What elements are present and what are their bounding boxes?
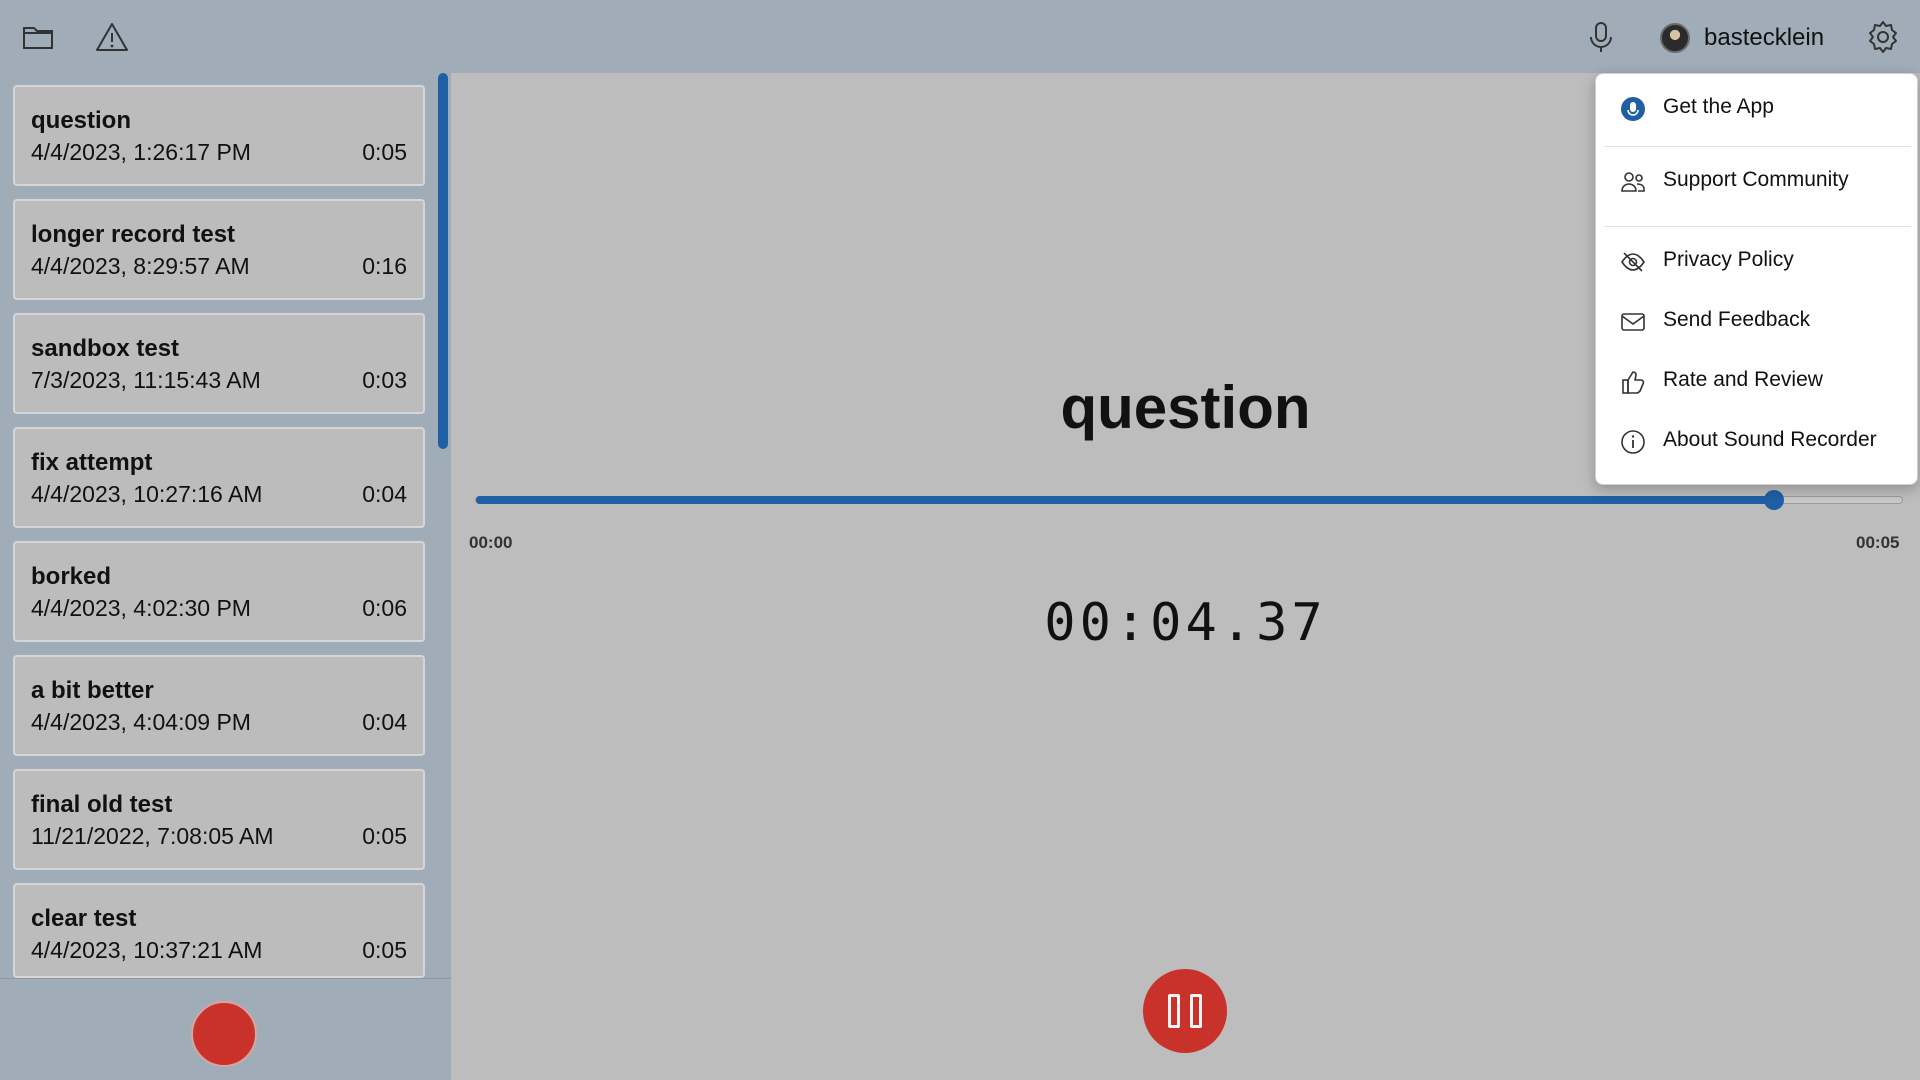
recording-date: 11/21/2022, 7:08:05 AM [31, 823, 274, 849]
recording-date: 4/4/2023, 10:27:16 AM [31, 481, 263, 507]
recording-date: 4/4/2023, 1:26:17 PM [31, 139, 251, 165]
menu-item-label: Rate and Review [1663, 368, 1823, 391]
menu-item-label: Send Feedback [1663, 308, 1811, 331]
info-icon [1621, 430, 1645, 454]
recording-duration: 0:04 [362, 481, 407, 507]
people-icon [1621, 172, 1645, 192]
recording-duration: 0:16 [362, 253, 407, 279]
recording-duration: 0:05 [362, 139, 407, 165]
menu-item-label: Privacy Policy [1663, 248, 1794, 271]
sidebar-footer [0, 978, 451, 1080]
playback-slider[interactable] [475, 490, 1903, 510]
microphone-icon[interactable] [1580, 16, 1622, 58]
menu-item-privacy-policy[interactable]: Privacy Policy [1596, 235, 1919, 287]
username: bastecklein [1704, 24, 1825, 51]
menu-item-about[interactable]: About Sound Recorder [1596, 415, 1919, 467]
playback-thumb[interactable] [1763, 490, 1784, 510]
folder-icon[interactable] [17, 16, 59, 58]
user-account[interactable]: bastecklein [1660, 18, 1824, 58]
recording-duration: 0:05 [362, 937, 407, 963]
mail-icon [1621, 313, 1645, 331]
warning-icon[interactable] [91, 16, 133, 58]
start-time: 00:00 [469, 533, 513, 552]
recording-title: fix attempt [31, 449, 153, 476]
recording-item[interactable]: longer record test 4/4/2023, 8:29:57 AM … [13, 199, 425, 300]
recording-duration: 0:05 [362, 823, 407, 849]
pause-icon [1168, 994, 1180, 1028]
menu-item-rate-review[interactable]: Rate and Review [1596, 355, 1919, 407]
menu-item-get-app[interactable]: Get the App [1596, 82, 1919, 134]
recording-title: clear test [31, 905, 137, 932]
menu-item-label: Support Community [1663, 168, 1849, 191]
recording-duration: 0:06 [362, 595, 407, 621]
recording-date: 4/4/2023, 4:04:09 PM [31, 709, 251, 735]
menu-item-send-feedback[interactable]: Send Feedback [1596, 295, 1919, 347]
thumbs-up-icon [1622, 371, 1645, 394]
recording-title: longer record test [31, 221, 236, 248]
recording-title: a bit better [31, 677, 154, 704]
recording-item[interactable]: sandbox test 7/3/2023, 11:15:43 AM 0:03 [13, 313, 425, 414]
menu-item-label: Get the App [1663, 95, 1774, 118]
recording-title: question [31, 107, 131, 134]
recording-item[interactable]: clear test 4/4/2023, 10:37:21 AM 0:05 [13, 883, 425, 978]
gear-icon[interactable] [1862, 16, 1904, 58]
microphone-badge-icon [1621, 97, 1645, 121]
menu-divider [1604, 146, 1911, 147]
eye-off-icon [1621, 252, 1645, 272]
recording-date: 4/4/2023, 8:29:57 AM [31, 253, 250, 279]
recording-item[interactable]: a bit better 4/4/2023, 4:04:09 PM 0:04 [13, 655, 425, 756]
pause-icon [1190, 994, 1202, 1028]
pause-button[interactable] [1143, 969, 1227, 1053]
playback-progress [476, 496, 1774, 504]
list-scrollbar[interactable] [438, 73, 448, 449]
elapsed-clock: 00:04.37 [1044, 593, 1327, 653]
recording-item[interactable]: fix attempt 4/4/2023, 10:27:16 AM 0:04 [13, 427, 425, 528]
recording-duration: 0:04 [362, 709, 407, 735]
recording-title: sandbox test [31, 335, 180, 362]
recording-item[interactable]: borked 4/4/2023, 4:02:30 PM 0:06 [13, 541, 425, 642]
recording-item[interactable]: question 4/4/2023, 1:26:17 PM 0:05 [13, 85, 425, 186]
settings-menu: Get the App Support Community Privacy Po… [1595, 73, 1918, 485]
recording-date: 7/3/2023, 11:15:43 AM [31, 367, 261, 393]
recording-date: 4/4/2023, 10:37:21 AM [31, 937, 263, 963]
recording-item[interactable]: final old test 11/21/2022, 7:08:05 AM 0:… [13, 769, 425, 870]
recordings-sidebar: question 4/4/2023, 1:26:17 PM 0:05 longe… [0, 73, 451, 1080]
recording-date: 4/4/2023, 4:02:30 PM [31, 595, 251, 621]
menu-item-support-community[interactable]: Support Community [1596, 155, 1919, 207]
record-button[interactable] [191, 1001, 257, 1067]
top-bar: bastecklein [0, 0, 1920, 73]
menu-item-label: About Sound Recorder [1663, 428, 1877, 451]
end-time: 00:05 [1856, 533, 1900, 552]
avatar [1660, 23, 1690, 53]
recording-title: borked [31, 563, 112, 590]
recording-title: final old test [31, 791, 173, 818]
recording-duration: 0:03 [362, 367, 407, 393]
menu-divider [1604, 226, 1911, 227]
